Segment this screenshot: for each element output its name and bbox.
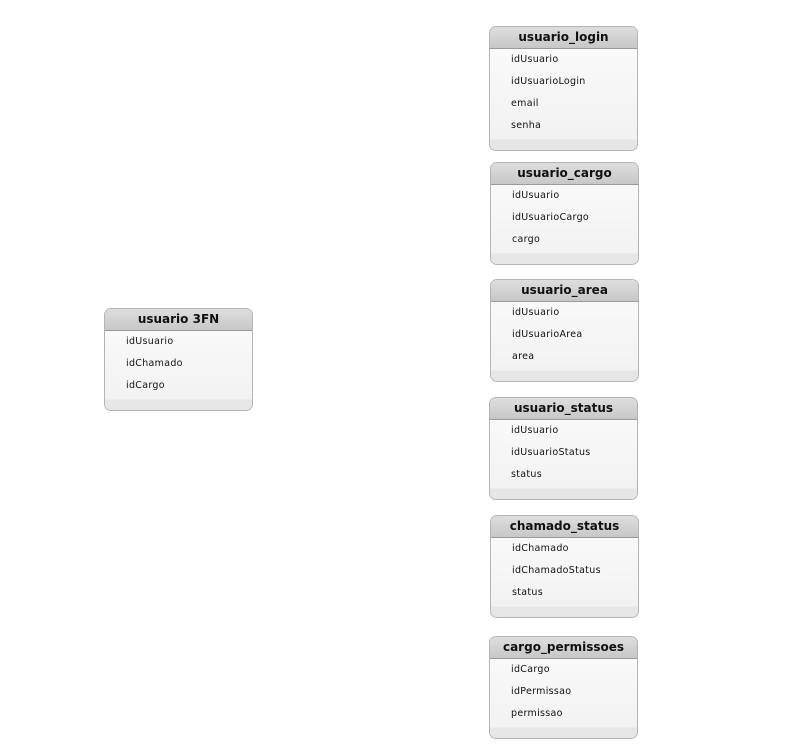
entity-field: idCargo: [126, 380, 165, 391]
entity-footer: [490, 139, 637, 150]
entity-field: status: [512, 587, 543, 598]
entity-field: status: [511, 469, 542, 480]
entity-field: idUsuario: [512, 307, 560, 318]
entity-usuario-3fn[interactable]: usuario 3FN idUsuario idChamado idCargo: [104, 308, 253, 411]
entity-cargo-permissoes[interactable]: cargo_permissoes idCargo idPermissao per…: [489, 636, 638, 739]
entity-usuario-login[interactable]: usuario_login idUsuario idUsuarioLogin e…: [489, 26, 638, 151]
entity-field: idChamado: [126, 358, 183, 369]
entity-field: senha: [511, 120, 542, 131]
entity-field: idUsuario: [512, 190, 560, 201]
entity-title: usuario_login: [490, 27, 637, 49]
entity-title: usuario_area: [491, 280, 638, 302]
entity-field: area: [512, 351, 535, 362]
entity-field: idUsuarioCargo: [512, 212, 590, 223]
entity-field: email: [511, 98, 539, 109]
entity-title: usuario 3FN: [105, 309, 252, 331]
entity-footer: [105, 399, 252, 410]
entity-field: idPermissao: [511, 686, 572, 697]
entity-usuario-area[interactable]: usuario_area idUsuario idUsuarioArea are…: [490, 279, 639, 382]
entity-footer: [490, 727, 637, 738]
entity-field: permissao: [511, 708, 563, 719]
entity-field: idUsuarioArea: [512, 329, 583, 340]
entity-field: idChamado: [512, 543, 569, 554]
entity-field: idUsuarioStatus: [511, 447, 591, 458]
entity-usuario-cargo[interactable]: usuario_cargo idUsuario idUsuarioCargo c…: [490, 162, 639, 265]
entity-field: idUsuario: [511, 54, 559, 65]
entity-title: usuario_status: [490, 398, 637, 420]
entity-field: idUsuarioLogin: [511, 76, 586, 87]
entity-footer: [490, 488, 637, 499]
entity-title: chamado_status: [491, 516, 638, 538]
entity-footer: [491, 253, 638, 264]
entity-footer: [491, 606, 638, 617]
entity-chamado-status[interactable]: chamado_status idChamado idChamadoStatus…: [490, 515, 639, 618]
entity-title: usuario_cargo: [491, 163, 638, 185]
entity-usuario-status[interactable]: usuario_status idUsuario idUsuarioStatus…: [489, 397, 638, 500]
entity-field: idUsuario: [126, 336, 174, 347]
entity-field: idUsuario: [511, 425, 559, 436]
entity-field: idCargo: [511, 664, 550, 675]
entity-title: cargo_permissoes: [490, 637, 637, 659]
entity-field: cargo: [512, 234, 541, 245]
entity-field: idChamadoStatus: [512, 565, 601, 576]
entity-footer: [491, 370, 638, 381]
